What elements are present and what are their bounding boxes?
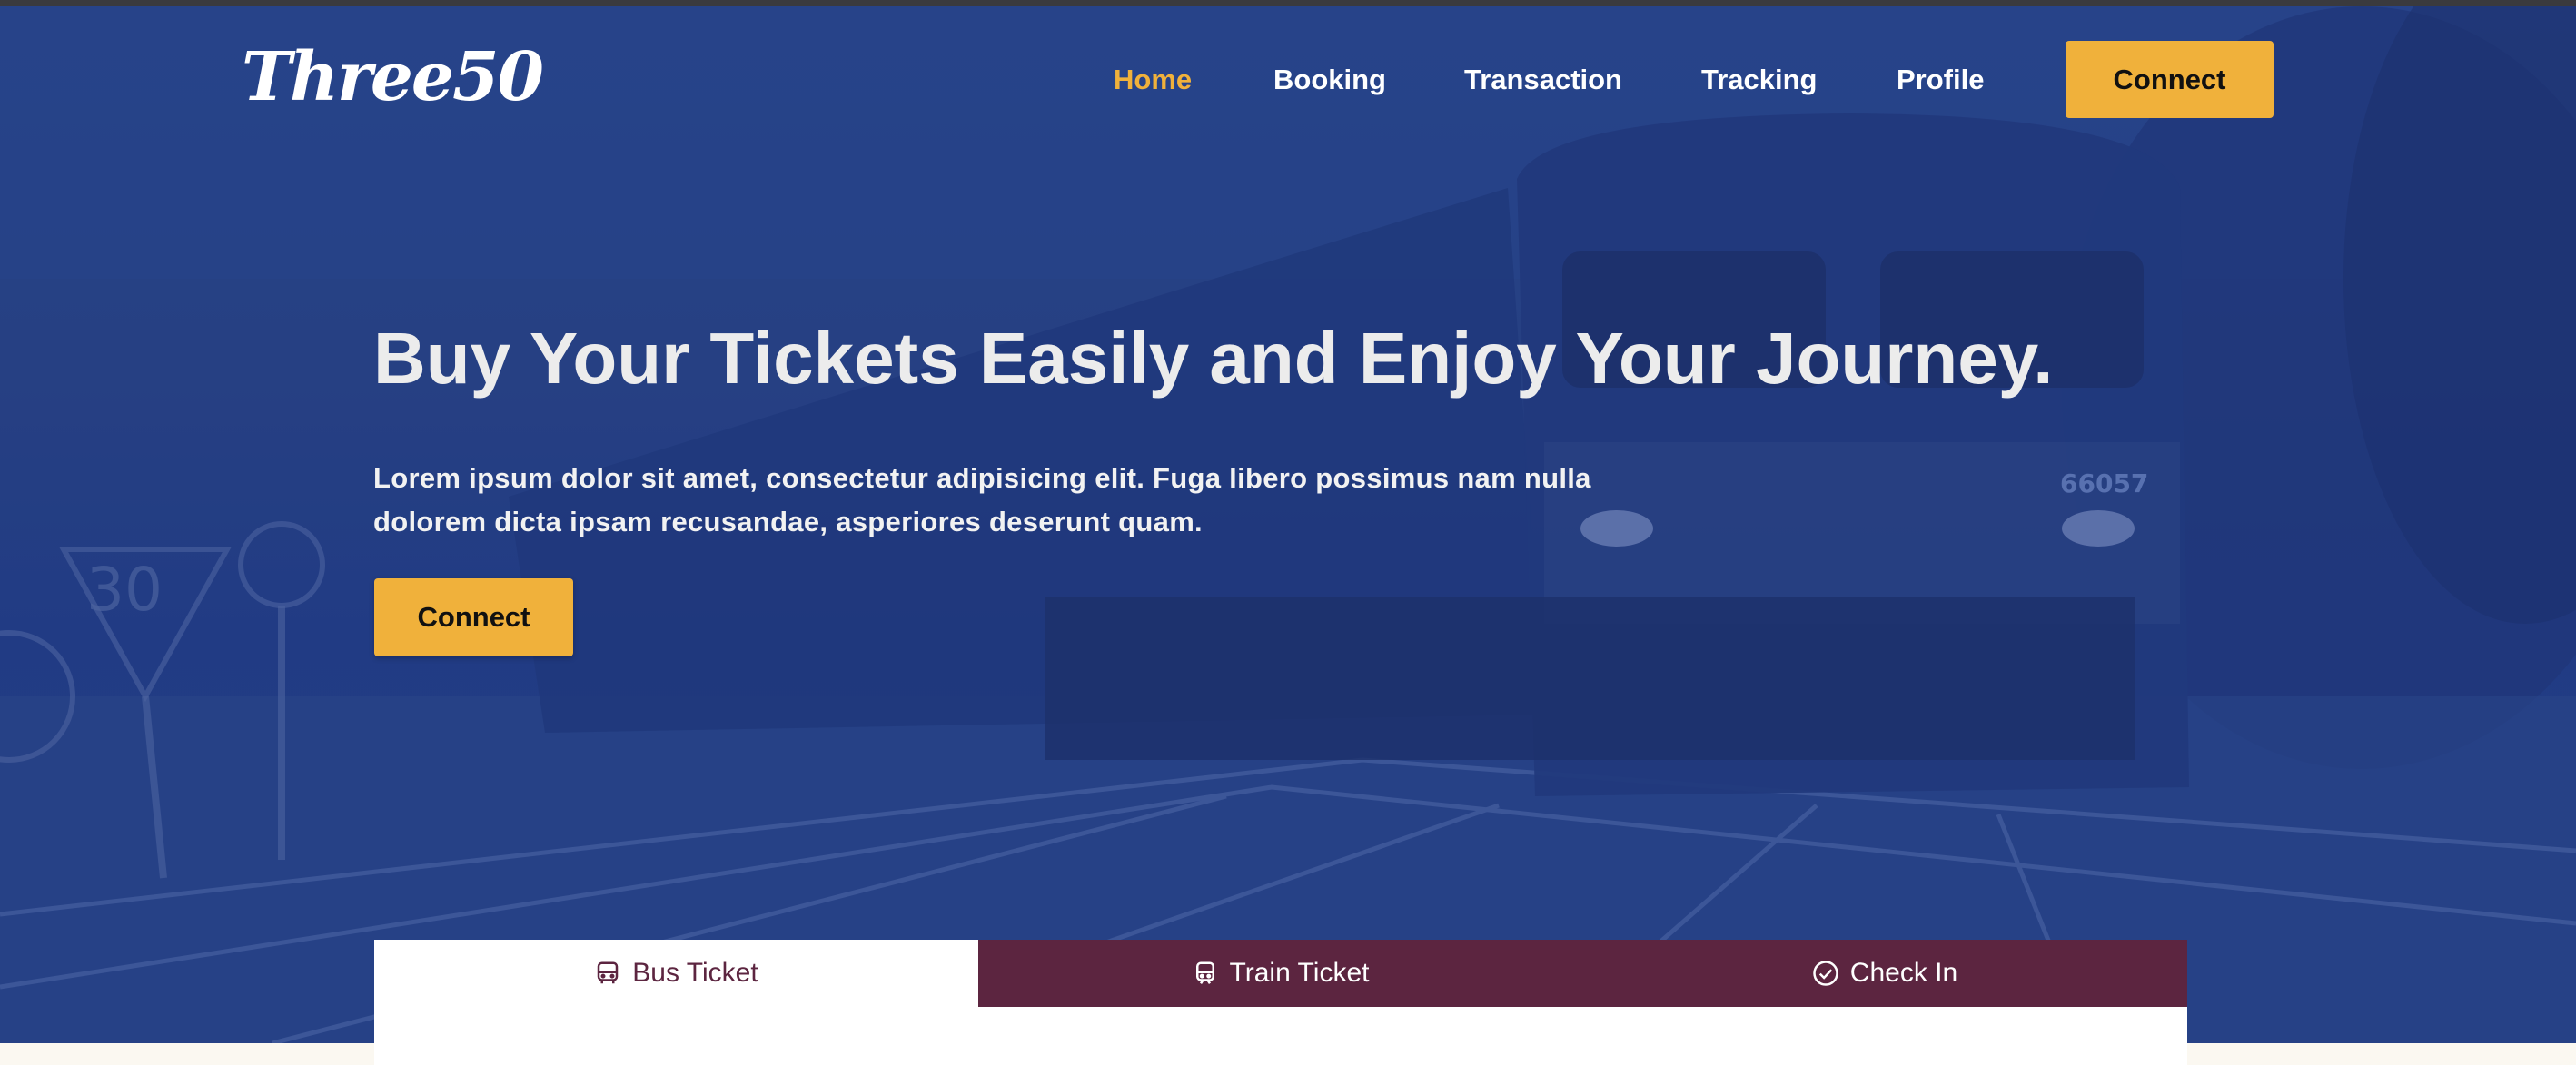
nav-transaction[interactable]: Transaction	[1464, 56, 1622, 104]
hero-headline: Buy Your Tickets Easily and Enjoy Your J…	[373, 318, 2054, 399]
nav-connect-button[interactable]: Connect	[2066, 41, 2274, 118]
tab-label: Bus Ticket	[632, 958, 758, 988]
tab-train-ticket[interactable]: Train Ticket	[978, 940, 1582, 1007]
hero-description: Lorem ipsum dolor sit amet, consectetur …	[373, 462, 1591, 537]
page-background-strip	[0, 1043, 374, 1065]
booking-form-panel	[374, 1007, 2187, 1065]
nav-tracking[interactable]: Tracking	[1701, 56, 1818, 104]
check-circle-icon	[1813, 961, 1838, 986]
tab-label: Check In	[1849, 958, 1958, 988]
hero-connect-button[interactable]: Connect	[374, 578, 573, 656]
nav-booking[interactable]: Booking	[1273, 56, 1386, 104]
page-background-strip	[2187, 1043, 2576, 1065]
bus-icon	[598, 961, 619, 984]
brand-logo[interactable]: Three50	[242, 36, 544, 118]
nav-profile[interactable]: Profile	[1897, 56, 1984, 104]
train-icon	[1195, 961, 1214, 984]
tab-bus-ticket[interactable]: Bus Ticket	[374, 940, 978, 1007]
window-top-border	[0, 0, 2576, 6]
booking-tabs: Bus Ticket Train Ticket Check In	[374, 940, 2187, 1007]
tab-label: Train Ticket	[1229, 958, 1370, 988]
nav-home[interactable]: Home	[1114, 56, 1192, 104]
tab-check-in[interactable]: Check In	[1582, 940, 2187, 1007]
